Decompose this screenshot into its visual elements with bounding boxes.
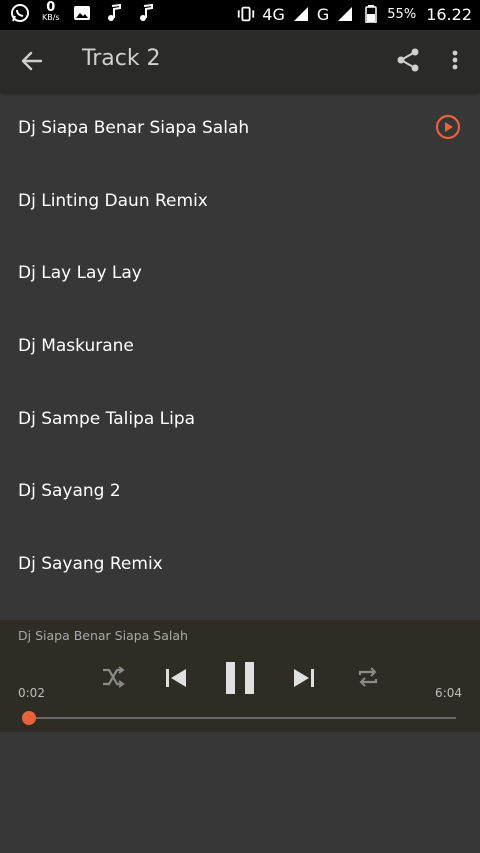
track-title: Dj Sayang 2	[18, 481, 121, 502]
track-item[interactable]: Dj Sayang Remix	[0, 528, 480, 601]
repeat-icon[interactable]	[355, 664, 381, 690]
network-g-label: G	[316, 4, 330, 24]
share-icon[interactable]	[394, 46, 422, 74]
skip-previous-icon[interactable]	[162, 664, 190, 692]
track-item[interactable]: Dj Linting Daun Remix	[0, 165, 480, 238]
page-title: Track 2	[82, 46, 161, 71]
whatsapp-icon	[10, 3, 30, 23]
progress-bar[interactable]	[27, 717, 456, 719]
vibrate-icon	[236, 4, 256, 24]
signal-icon	[335, 4, 355, 24]
skip-next-icon[interactable]	[290, 664, 318, 692]
network-4g-label: 4G	[262, 4, 285, 24]
battery-percent: 55%	[387, 6, 417, 22]
track-title: Dj Linting Daun Remix	[18, 190, 208, 211]
status-bar: 0 KB/s 4G G 55% 16.22	[0, 0, 480, 30]
track-item[interactable]: Dj Siapa Benar Siapa Salah	[0, 92, 480, 165]
track-title: Dj Siapa Benar Siapa Salah	[18, 118, 250, 139]
track-title: Dj Lay Lay Lay	[18, 263, 142, 284]
data-rate-value: 0	[46, 0, 56, 15]
track-item[interactable]: Dj Maskurane	[0, 310, 480, 383]
more-vert-icon[interactable]	[444, 46, 466, 74]
image-icon	[72, 3, 92, 23]
music-note-icon	[136, 3, 156, 23]
player-panel: Dj Siapa Benar Siapa Salah 0:02 6:04	[0, 620, 480, 732]
track-list: Dj Siapa Benar Siapa Salah Dj Linting Da…	[0, 92, 480, 600]
battery-icon	[361, 4, 381, 24]
arrow-left-icon[interactable]	[18, 47, 46, 75]
track-item[interactable]: Dj Sayang 2	[0, 455, 480, 528]
pause-icon[interactable]	[222, 658, 258, 698]
shuffle-icon[interactable]	[100, 664, 126, 690]
total-time: 6:04	[435, 686, 462, 700]
data-rate-indicator: 0 KB/s	[42, 0, 60, 23]
track-title: Dj Maskurane	[18, 336, 134, 357]
track-item[interactable]: Dj Sampe Talipa Lipa	[0, 382, 480, 455]
track-title: Dj Sayang Remix	[18, 553, 163, 574]
now-playing-title: Dj Siapa Benar Siapa Salah	[18, 628, 188, 643]
track-title: Dj Sampe Talipa Lipa	[18, 408, 196, 429]
signal-icon	[291, 4, 311, 24]
app-bar: Track 2	[0, 30, 480, 92]
play-circle-icon[interactable]	[435, 114, 461, 140]
clock: 16.22	[426, 4, 472, 24]
data-rate-unit: KB/s	[42, 13, 60, 22]
seek-handle[interactable]	[22, 711, 37, 725]
current-time: 0:02	[18, 686, 45, 700]
music-note-icon	[104, 3, 124, 23]
track-item[interactable]: Dj Lay Lay Lay	[0, 237, 480, 310]
